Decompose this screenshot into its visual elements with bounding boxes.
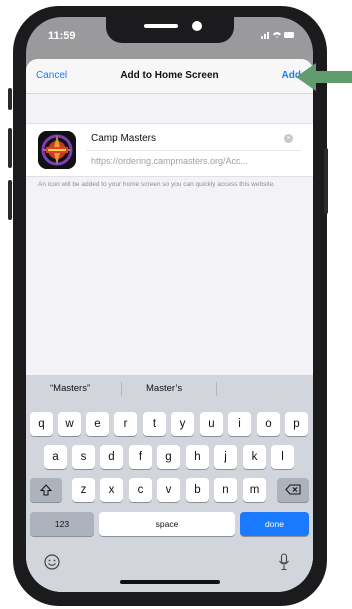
keyboard: “Masters” Master’s q w e r t y u i o p a… <box>26 375 313 592</box>
home-indicator <box>120 580 220 584</box>
clear-text-icon[interactable]: × <box>284 134 293 143</box>
suggestion-bar: “Masters” Master’s <box>26 375 313 403</box>
key-c[interactable]: c <box>129 478 152 502</box>
backspace-icon <box>285 484 301 495</box>
numbers-key[interactable]: 123 <box>30 512 94 536</box>
key-row-1: q w e r t y u i o p <box>26 412 313 436</box>
space-key[interactable]: space <box>99 512 235 536</box>
shift-icon <box>39 484 53 496</box>
key-a[interactable]: a <box>44 445 67 469</box>
power-button <box>324 148 328 214</box>
status-bar: 11:59 <box>26 17 313 57</box>
key-v[interactable]: v <box>157 478 180 502</box>
phone-screen: 11:59 Cancel Add to Home Screen Add Camp… <box>26 17 313 592</box>
info-note: An icon will be added to your home scree… <box>38 181 276 188</box>
suggestion-divider <box>216 382 217 396</box>
volume-up-button <box>8 128 12 168</box>
key-q[interactable]: q <box>30 412 53 436</box>
key-row-2: a s d f g h j k l <box>26 445 313 469</box>
camp-masters-logo-icon <box>38 131 76 169</box>
bookmark-url: https://ordering.campmasters.org/Acc... <box>91 156 249 166</box>
key-g[interactable]: g <box>157 445 180 469</box>
volume-down-button <box>8 180 12 220</box>
key-y[interactable]: y <box>171 412 194 436</box>
key-f[interactable]: f <box>129 445 152 469</box>
key-b[interactable]: b <box>186 478 209 502</box>
add-to-home-sheet: Cancel Add to Home Screen Add Camp Maste… <box>26 59 313 592</box>
key-h[interactable]: h <box>186 445 209 469</box>
key-k[interactable]: k <box>243 445 266 469</box>
key-m[interactable]: m <box>243 478 266 502</box>
key-r[interactable]: r <box>114 412 137 436</box>
mute-switch <box>8 88 12 110</box>
key-j[interactable]: j <box>214 445 237 469</box>
bookmark-name-input[interactable]: Camp Masters × <box>86 130 301 151</box>
key-x[interactable]: x <box>100 478 123 502</box>
key-t[interactable]: t <box>143 412 166 436</box>
key-p[interactable]: p <box>285 412 308 436</box>
done-key[interactable]: done <box>240 512 309 536</box>
signal-wifi-battery-icon <box>261 30 295 43</box>
bookmark-card: Camp Masters × https://ordering.campmast… <box>26 123 313 177</box>
status-time: 11:59 <box>48 30 76 42</box>
bookmark-name-text: Camp Masters <box>91 133 157 144</box>
key-d[interactable]: d <box>100 445 123 469</box>
key-e[interactable]: e <box>86 412 109 436</box>
key-u[interactable]: u <box>200 412 223 436</box>
emoji-icon[interactable] <box>44 554 60 570</box>
key-row-4: 123 space done <box>26 512 313 536</box>
key-row-3: z x c v b n m <box>26 478 313 502</box>
pointer-arrow-icon <box>296 63 352 91</box>
key-l[interactable]: l <box>271 445 294 469</box>
suggestion-1[interactable]: “Masters” <box>50 383 90 394</box>
notch <box>106 17 234 43</box>
key-o[interactable]: o <box>257 412 280 436</box>
key-z[interactable]: z <box>72 478 95 502</box>
sheet-title: Add to Home Screen <box>120 70 219 81</box>
key-n[interactable]: n <box>214 478 237 502</box>
nav-bar: Cancel Add to Home Screen Add <box>26 59 313 94</box>
camera-dot <box>192 21 202 31</box>
key-w[interactable]: w <box>58 412 81 436</box>
microphone-icon[interactable] <box>278 553 290 571</box>
suggestion-divider <box>121 382 122 396</box>
key-i[interactable]: i <box>228 412 251 436</box>
key-s[interactable]: s <box>72 445 95 469</box>
shift-key[interactable] <box>30 478 62 502</box>
backspace-key[interactable] <box>277 478 309 502</box>
suggestion-2[interactable]: Master’s <box>146 383 182 394</box>
speaker-bar <box>144 24 178 28</box>
